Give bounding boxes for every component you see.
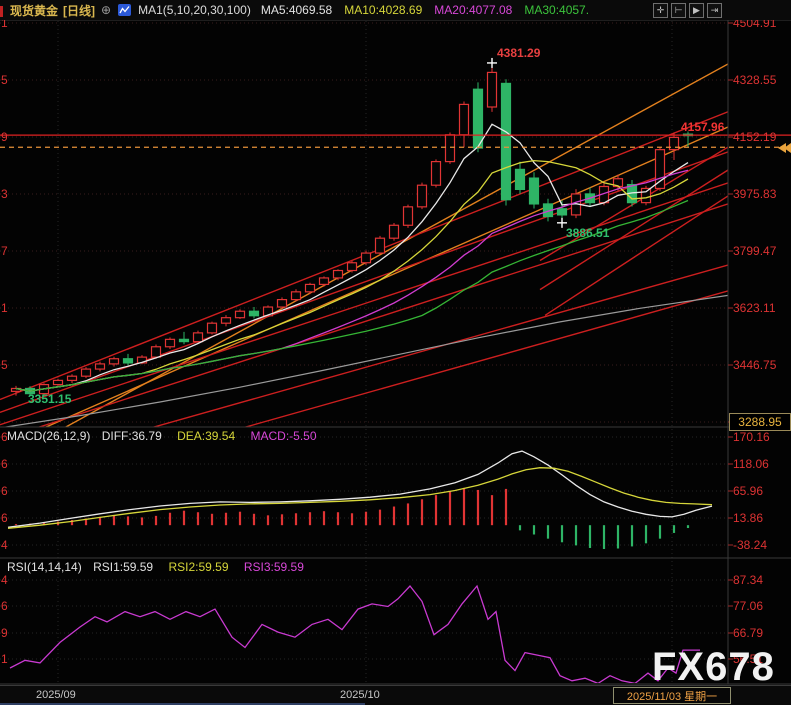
- axis-boxed-value: 3288.95: [729, 413, 791, 431]
- y-axis-label: 6: [1, 599, 8, 613]
- rsi-label-row[interactable]: RSI(14,14,14) RSI1:59.59 RSI2:59.59 RSI3…: [7, 560, 304, 574]
- y-axis-scale-icon[interactable]: ⊢: [671, 3, 686, 18]
- chart-type-icon[interactable]: [118, 4, 131, 16]
- ma30-value: MA30:4057.: [524, 3, 589, 17]
- start-low-price-label: 3351.15: [28, 392, 71, 406]
- y-axis-label: 3623.11: [733, 301, 776, 315]
- y-axis-label: 1: [1, 301, 8, 315]
- shift-chart-icon[interactable]: ⇥: [707, 3, 722, 18]
- macd-label-row[interactable]: MACD(26,12,9) DIFF:36.79 DEA:39.54 MACD:…: [7, 429, 317, 443]
- y-axis-label: 13.86: [733, 511, 763, 525]
- watermark: FX678: [652, 645, 775, 690]
- macd-name: MACD(26,12,9): [7, 429, 90, 443]
- macd-value: MACD:-5.50: [250, 429, 316, 443]
- y-axis-label: 77.06: [733, 599, 763, 613]
- rsi1-value: RSI1:59.59: [93, 560, 153, 574]
- chart-canvas[interactable]: [0, 0, 791, 705]
- macd-diff-value: DIFF:36.79: [102, 429, 162, 443]
- ma20-value: MA20:4077.08: [434, 3, 512, 17]
- low-price-label: 3886.51: [566, 226, 609, 240]
- y-axis-label: 3975.83: [733, 187, 776, 201]
- ma10-value: MA10:4028.69: [344, 3, 422, 17]
- y-axis-label: 6: [1, 511, 8, 525]
- y-axis-label: 9: [1, 626, 8, 640]
- y-axis-label: 9: [1, 130, 8, 144]
- ma-settings-label[interactable]: MA1(5,10,20,30,100): [138, 3, 251, 17]
- y-axis-label: 3: [1, 187, 8, 201]
- rsi3-value: RSI3:59.59: [244, 560, 304, 574]
- y-axis-label: 66.79: [733, 626, 763, 640]
- time-label-september: 2025/09: [36, 689, 76, 701]
- y-axis-label: 5: [1, 358, 8, 372]
- y-axis-label: 5: [1, 73, 8, 87]
- symbol-name: 现货黄金: [10, 2, 58, 19]
- y-axis-label: 6: [1, 484, 8, 498]
- pan-crosshair-icon[interactable]: ✛: [653, 3, 668, 18]
- y-axis-label: 4328.55: [733, 73, 776, 87]
- y-axis-label: 65.96: [733, 484, 763, 498]
- y-axis-label: 6: [1, 430, 8, 444]
- trading-chart-app: 现货黄金 [日线] ⊕ MA1(5,10,20,30,100) MA5:4069…: [0, 0, 791, 705]
- left-edge-marker: [0, 6, 3, 17]
- x-axis-scale-icon[interactable]: ▶: [689, 3, 704, 18]
- y-axis-label: 170.16: [733, 430, 770, 444]
- timeframe-label[interactable]: [日线]: [63, 2, 95, 19]
- y-axis-label: 4: [1, 573, 8, 587]
- rsi-name: RSI(14,14,14): [7, 560, 82, 574]
- y-axis-label: 6: [1, 457, 8, 471]
- time-label-october: 2025/10: [340, 689, 380, 701]
- ma5-value: MA5:4069.58: [261, 3, 332, 17]
- y-axis-label: 1: [1, 652, 8, 666]
- y-axis-label: 4152.19: [733, 130, 776, 144]
- y-axis-label: 3446.75: [733, 358, 776, 372]
- high-price-label: 4381.29: [497, 46, 540, 60]
- compare-icon[interactable]: ⊕: [101, 3, 111, 17]
- y-axis-label: 7: [1, 244, 8, 258]
- y-axis-label: 4: [1, 538, 8, 552]
- y-axis-label: -38.24: [733, 538, 767, 552]
- current-price-label: 4157.96: [681, 120, 724, 134]
- y-axis-label: 87.34: [733, 573, 763, 587]
- rsi2-value: RSI2:59.59: [168, 560, 228, 574]
- y-axis-label: 3799.47: [733, 244, 776, 258]
- macd-dea-value: DEA:39.54: [177, 429, 235, 443]
- y-axis-label: 118.06: [733, 457, 769, 471]
- chart-toolbar: ✛ ⊢ ▶ ⇥: [653, 3, 722, 18]
